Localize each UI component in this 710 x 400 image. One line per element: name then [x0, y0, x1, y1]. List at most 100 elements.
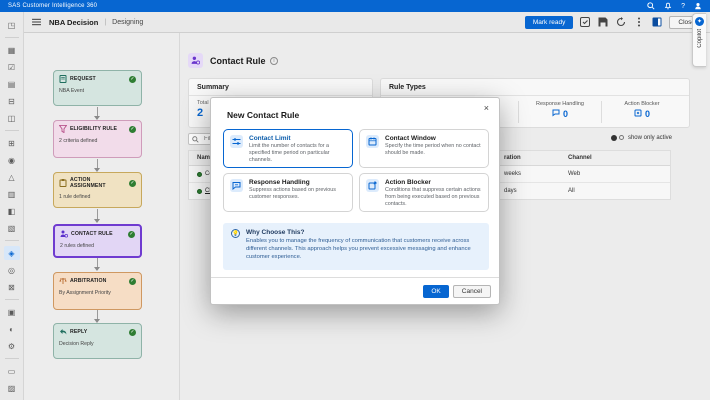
lightbulb-icon: 💡 [231, 229, 240, 238]
app-title: SAS Customer Intelligence 360 [8, 3, 97, 9]
node-sublabel: Decision Reply [59, 341, 136, 347]
cancel-button[interactable]: Cancel [453, 285, 491, 298]
contact-rule-icon [188, 53, 203, 68]
active-status-icon [197, 172, 202, 177]
rule-channel: Web [568, 166, 580, 182]
notifications-icon[interactable] [664, 2, 672, 10]
why-title: Why Choose This? [246, 229, 481, 236]
rule-type-label: Action Blocker [603, 101, 681, 107]
data-icon[interactable]: ⊟ [4, 94, 20, 108]
complete-check-icon: ✓ [129, 126, 136, 133]
dialog-title: New Contact Rule [227, 110, 299, 120]
validate-icon[interactable] [578, 16, 591, 29]
flow-node-arbitration[interactable]: ARBITRATION ✓ By Assignment Priority [53, 272, 142, 310]
node-sublabel: 1 rule defined [59, 194, 136, 200]
why-choose-this-callout: 💡 Why Choose This? Enables you to manage… [223, 223, 489, 270]
decisions-icon[interactable]: ◈ [4, 246, 20, 260]
rail-divider [5, 37, 19, 38]
user-icon[interactable] [694, 2, 702, 10]
archive-icon[interactable]: ▭ [4, 364, 20, 378]
copilot-label: Copilot [697, 29, 703, 48]
option-card-contact-limit[interactable]: Contact Limit Limit the number of contac… [223, 129, 353, 168]
node-label: ARBITRATION [70, 278, 126, 284]
rail-divider [5, 299, 19, 300]
flow-node-request[interactable]: REQUEST ✓ NBA Event [53, 70, 142, 106]
journeys-icon[interactable]: △ [4, 170, 20, 184]
toggle-label: show only active [628, 135, 672, 141]
copilot-icon: ✦ [695, 17, 704, 26]
settings-icon[interactable]: ⚙ [4, 339, 20, 353]
option-card-action-blocker[interactable]: Action Blocker Conditions that suppress … [359, 173, 489, 212]
plan-icon[interactable]: ◳ [4, 18, 20, 32]
active-status-icon [197, 189, 202, 194]
decision-status: Designing [112, 19, 143, 26]
events-icon[interactable]: ▣ [4, 305, 20, 319]
toggle-switch-icon[interactable] [611, 134, 625, 141]
option-card-response-handling[interactable]: Response Handling Suppress actions based… [223, 173, 353, 212]
reply-icon [59, 328, 67, 336]
node-sublabel: By Assignment Priority [59, 290, 136, 296]
documents-icon[interactable]: ▤ [4, 77, 20, 91]
option-card-contact-window[interactable]: Contact Window Specify the time period w… [359, 129, 489, 168]
segments-icon[interactable]: ⊞ [4, 136, 20, 150]
dialog-footer: OK Cancel [211, 277, 499, 304]
response-handling-icon [230, 179, 243, 192]
global-icon[interactable]: ◐ [4, 322, 20, 336]
goals-icon[interactable]: ◎ [4, 263, 20, 277]
flow-node-eligibility-rule[interactable]: ELIGIBILITY RULE ✓ 2 criteria defined [53, 120, 142, 158]
search-icon [192, 130, 199, 148]
show-only-active-toggle[interactable]: show only active [611, 134, 672, 141]
rail-divider [5, 358, 19, 359]
request-icon [59, 75, 67, 83]
option-description: Limit the number of contacts for a speci… [249, 143, 346, 164]
new-contact-rule-dialog: New Contact Rule × Contact Limit Limit t… [210, 97, 500, 305]
column-header-channel[interactable]: Channel [568, 151, 592, 165]
outline-menu-icon[interactable] [30, 16, 43, 29]
refresh-icon[interactable] [614, 16, 627, 29]
help-icon[interactable]: ? [681, 3, 685, 10]
rail-divider [5, 240, 19, 241]
save-icon[interactable] [596, 16, 609, 29]
node-sublabel: 2 criteria defined [59, 138, 136, 144]
complete-check-icon: ✓ [129, 76, 136, 83]
messages-icon[interactable]: ◧ [4, 204, 20, 218]
option-title: Contact Limit [249, 135, 346, 142]
copilot-tab[interactable]: ✦ Copilot [692, 13, 706, 67]
node-label: ACTION ASSIGNMENT [70, 177, 126, 189]
mark-ready-button[interactable]: Mark ready [525, 16, 574, 29]
dashboard-icon[interactable]: ▦ [4, 43, 20, 57]
column-header-duration[interactable]: ration [504, 151, 521, 165]
connections-icon[interactable]: ⊠ [4, 280, 20, 294]
app-bar: SAS Customer Intelligence 360 ? [0, 0, 710, 12]
app-rail: ◳ ▦ ☑ ▤ ⊟ ◫ ⊞ ◉ △ ▥ ◧ ▧ ◈ ◎ ⊠ ▣ ◐ ⚙ ▭ ▨ [0, 12, 24, 400]
contact-limit-icon [230, 135, 243, 148]
rail-divider [5, 130, 19, 131]
flow-node-action-assignment[interactable]: ACTION ASSIGNMENT ✓ 1 rule defined [53, 172, 142, 208]
flow-node-contact-rule[interactable]: CONTACT RULE ✓ 2 rules defined [53, 224, 142, 258]
decision-flowchart: REQUEST ✓ NBA Event ELIGIBILITY RULE ✓ 2… [24, 33, 180, 400]
activities-icon[interactable]: ▥ [4, 187, 20, 201]
tasks-icon[interactable]: ☑ [4, 60, 20, 74]
response-handling-icon [552, 109, 560, 119]
flow-node-reply[interactable]: REPLY ✓ Decision Reply [53, 323, 142, 359]
info-icon[interactable]: i [270, 57, 278, 65]
complete-check-icon: ✓ [128, 231, 135, 238]
assets-icon[interactable]: ▧ [4, 221, 20, 235]
more-options-icon[interactable] [632, 16, 645, 29]
complete-check-icon: ✓ [129, 329, 136, 336]
contact-window-icon [366, 135, 379, 148]
node-label: REQUEST [70, 76, 126, 82]
history-icon[interactable]: ▨ [4, 381, 20, 395]
audiences-icon[interactable]: ◉ [4, 153, 20, 167]
rule-duration: days [504, 183, 517, 199]
why-body: Enables you to manage the frequency of c… [246, 238, 481, 261]
node-label: CONTACT RULE [71, 231, 125, 237]
node-sublabel: NBA Event [59, 88, 136, 94]
rule-types-title: Rule Types [381, 79, 689, 96]
right-panel-toggle-icon[interactable] [650, 16, 663, 29]
search-icon[interactable] [647, 2, 655, 10]
tags-icon[interactable]: ◫ [4, 111, 20, 125]
rule-duration: weeks [504, 166, 521, 182]
dialog-close-icon[interactable]: × [482, 102, 491, 115]
ok-button[interactable]: OK [423, 285, 448, 298]
